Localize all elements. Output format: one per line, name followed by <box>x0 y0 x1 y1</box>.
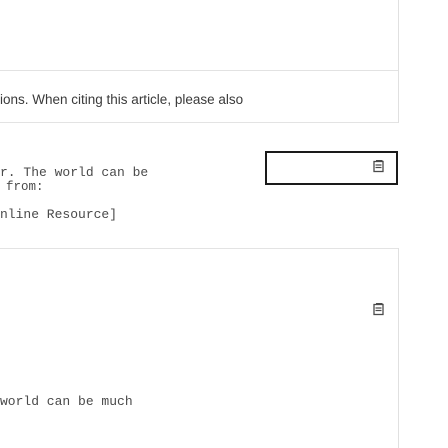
snippet-line-1: r. The world can be <box>0 165 149 180</box>
right-border-top <box>398 0 399 123</box>
snippet-line-3: nline Resource] <box>0 207 118 222</box>
snippet-line-2: from: <box>6 180 44 194</box>
top-panel <box>0 0 399 71</box>
right-border-bottom <box>398 248 399 448</box>
divider-top <box>0 122 398 123</box>
citation-notice: ions. When citing this article, please a… <box>0 92 244 107</box>
document-icon[interactable] <box>372 160 385 173</box>
snippet-line-4: world can be much <box>0 394 133 409</box>
page: ions. When citing this article, please a… <box>0 0 448 448</box>
document-icon[interactable] <box>372 303 385 316</box>
divider-bottom <box>0 248 398 249</box>
